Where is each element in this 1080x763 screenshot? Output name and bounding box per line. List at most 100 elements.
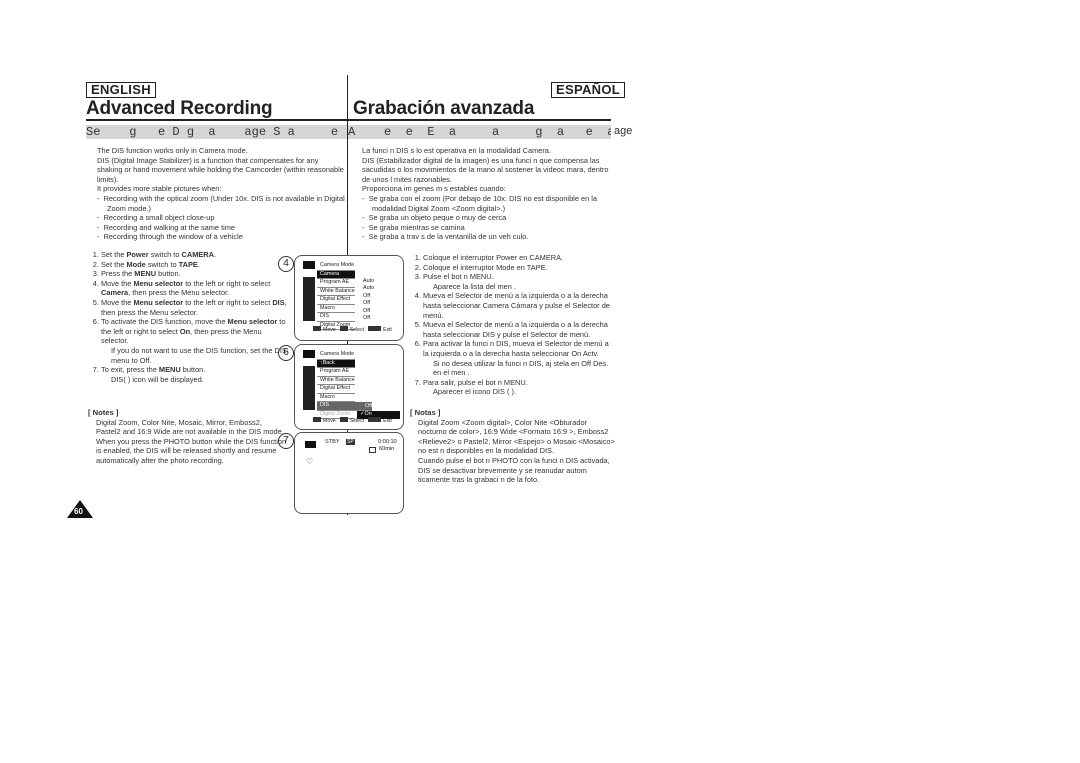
notes-en: [ Notes ] Digital Zoom, Color Nite, Mosa… xyxy=(88,408,288,466)
menu-value: Auto xyxy=(363,277,375,284)
english-label: ENGLISH xyxy=(86,82,156,98)
dis-off-option[interactable]: Off xyxy=(365,403,372,411)
bullet: - Recording through the window of a vehi… xyxy=(97,232,243,242)
menu-sidebar xyxy=(303,366,315,410)
intro-es: La funci n DIS s lo est operativa en la … xyxy=(362,146,612,242)
spanish-label: ESPAÑOL xyxy=(551,82,625,98)
intro-line: DIS (Digital Image Stabilizer) is a func… xyxy=(97,155,344,184)
step: Coloque el interruptor Mode en TAPE. xyxy=(423,263,610,273)
move-icon xyxy=(313,326,321,331)
subhead-tail: age xyxy=(614,125,633,137)
step: Para activar la funci n DIS, mueva el Se… xyxy=(423,339,610,377)
menu-item[interactable]: Digital Effect xyxy=(317,385,355,394)
step-marker-6: 6 xyxy=(278,345,294,361)
step-marker-4: 4 xyxy=(278,256,294,272)
menu-item[interactable]: Camera xyxy=(317,270,355,279)
menu-values: Auto Auto Off Off Off Off xyxy=(363,278,374,323)
stby-status: STBY xyxy=(325,439,340,445)
menu-item[interactable]: White Balance xyxy=(317,288,355,296)
menu-header: Camera Mode xyxy=(317,351,355,360)
step-note: Si no desea utilizar la funci n DIS, aj … xyxy=(433,358,609,378)
menu-footer: Move Select Exit xyxy=(313,326,392,333)
menu-item-dis[interactable]: DIS xyxy=(317,402,372,411)
tape-remaining: 60min xyxy=(379,446,395,452)
intro-line: La funci n DIS s lo est operativa en la … xyxy=(362,146,551,155)
menu-sidebar xyxy=(303,277,315,321)
move-icon xyxy=(313,417,321,422)
select-icon xyxy=(339,417,348,422)
step: Mueva el Selector de menú a la izquierda… xyxy=(423,320,610,339)
note-item: When you press the PHOTO button while th… xyxy=(96,436,287,465)
step: Set the Power switch to CAMERA. xyxy=(101,250,288,260)
step: To activate the DIS function, move the M… xyxy=(101,317,288,365)
viewfinder-screen-7: STBY SP 0:00:10 60min ♡ xyxy=(294,432,404,514)
intro-line: The DIS function works only in Camera mo… xyxy=(97,146,248,155)
bullet: - Se graba a trav s de la ventanilla de … xyxy=(362,232,529,242)
menu-value: Off xyxy=(363,307,371,314)
battery-icon xyxy=(305,441,316,448)
menu-value: Off xyxy=(363,300,371,306)
bullet: - Se graba con el zoom (Por debajo de 10… xyxy=(362,193,598,213)
step: To exit, press the MENU button. DIS( ) i… xyxy=(101,365,288,384)
step-note: Aparece la lista del men . xyxy=(433,281,516,291)
menu-screen-4: Camera Mode Camera Program AE White Bala… xyxy=(294,255,404,341)
notes-es: [ Notas ] Digital Zoom <Zoom digital>, C… xyxy=(410,408,615,485)
step-marker-7: 7 xyxy=(278,433,294,449)
intro-en: The DIS function works only in Camera mo… xyxy=(97,146,345,242)
step-note: Aparecer el icono DIS ( ). xyxy=(433,387,516,397)
sp-badge: SP xyxy=(346,439,355,445)
intro-line: It provides more stable pictures when: xyxy=(97,184,222,194)
menu-key-icon xyxy=(368,417,382,422)
notes-title: [ Notes ] xyxy=(88,408,119,417)
step: Mueva el Selector de menú a la izquierda… xyxy=(423,291,610,320)
note-item: Digital Zoom <Zoom digital>, Color Nite … xyxy=(418,417,615,456)
bullet: - Recording and walking at the same time xyxy=(97,222,236,232)
menu-value: Auto xyxy=(363,285,375,291)
menu-value: Off xyxy=(363,292,371,299)
header-rule xyxy=(86,119,611,121)
step: Para salir, pulse el bot n MENU.Aparecer… xyxy=(423,378,610,397)
step: Move the Menu selector to the left or ri… xyxy=(101,298,288,317)
step: Pulse el bot n MENU.Aparece la lista del… xyxy=(423,272,610,291)
notes-title: [ Notas ] xyxy=(410,408,441,417)
menu-item[interactable]: Digital Effect xyxy=(317,296,355,305)
menu-item[interactable]: Program AE xyxy=(317,279,355,288)
step: Set the Mode switch to TAPE. xyxy=(101,260,288,270)
menu-item[interactable]: White Balance xyxy=(317,377,355,385)
bullet: - Recording with the optical zoom (Under… xyxy=(97,193,345,213)
menu-list: Camera Mode Camera Program AE White Bala… xyxy=(317,262,355,330)
note-item: Digital Zoom, Color Nite, Mosaic, Mirror… xyxy=(96,417,284,437)
menu-item[interactable]: Macro xyxy=(317,305,355,313)
subhead-en: Se g e D g a age S a e D S xyxy=(86,125,347,139)
step: Coloque el interruptor Power en CAMERA. xyxy=(423,253,610,263)
bullet: - Recording a small object close-up xyxy=(97,213,215,223)
menu-item[interactable]: ↑Back xyxy=(317,359,355,368)
step-note: DIS( ) icon will be displayed. xyxy=(111,374,204,384)
step: Press the MENU button. xyxy=(101,269,288,279)
menu-item[interactable]: DIS xyxy=(317,313,355,322)
page-number: 60 xyxy=(74,507,83,516)
time-counter: 0:00:10 xyxy=(378,439,397,445)
menu-item[interactable]: Macro xyxy=(317,394,355,402)
dis-icon: ♡ xyxy=(306,457,314,466)
step-note: If you do not want to use the DIS functi… xyxy=(111,345,287,365)
steps-es: Coloque el interruptor Power en CAMERA. … xyxy=(410,253,610,397)
select-icon xyxy=(339,326,348,331)
bullet: - Se graba mientras se camina xyxy=(362,222,465,232)
menu-screen-6: Camera Mode ↑Back Program AE White Balan… xyxy=(294,344,404,430)
menu-footer: Move Select Exit xyxy=(313,417,392,424)
steps-en: Set the Power switch to CAMERA. Set the … xyxy=(88,250,288,384)
note-item: Cuando pulse el bot n PHOTO con la funci… xyxy=(418,455,610,485)
camera-mode-icon xyxy=(303,350,315,358)
title-en: Advanced Recording xyxy=(86,98,273,119)
menu-value: Off xyxy=(363,315,371,321)
step: Move the Menu selector to the left or ri… xyxy=(101,279,288,298)
menu-list: Camera Mode ↑Back Program AE White Balan… xyxy=(317,351,372,419)
menu-item[interactable]: Program AE xyxy=(317,368,355,377)
title-es: Grabación avanzada xyxy=(353,98,535,119)
tape-icon xyxy=(369,447,376,453)
menu-header: Camera Mode xyxy=(317,262,355,271)
menu-key-icon xyxy=(368,326,382,331)
subhead-es: A e e E a a g a e a xyxy=(348,125,611,139)
camera-mode-icon xyxy=(303,261,315,269)
